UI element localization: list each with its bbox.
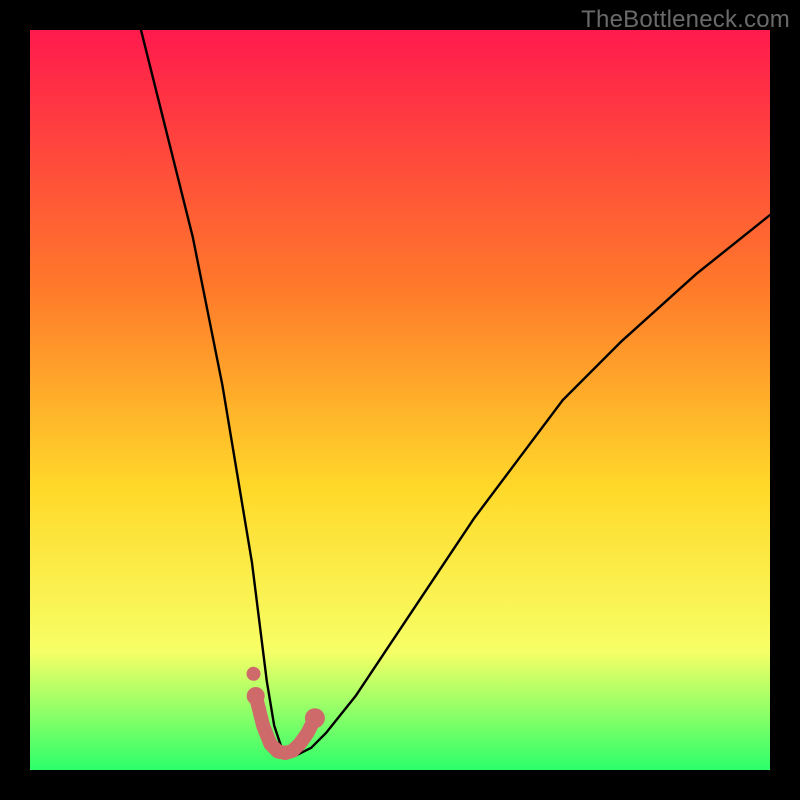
gradient-background — [30, 30, 770, 770]
highlight-dot — [305, 708, 325, 728]
watermark-text: TheBottleneck.com — [581, 6, 790, 34]
highlight-dot — [247, 667, 261, 681]
outer-frame: TheBottleneck.com — [0, 0, 800, 800]
highlight-dot — [247, 687, 265, 705]
plot-area — [30, 30, 770, 770]
bottleneck-chart — [30, 30, 770, 770]
